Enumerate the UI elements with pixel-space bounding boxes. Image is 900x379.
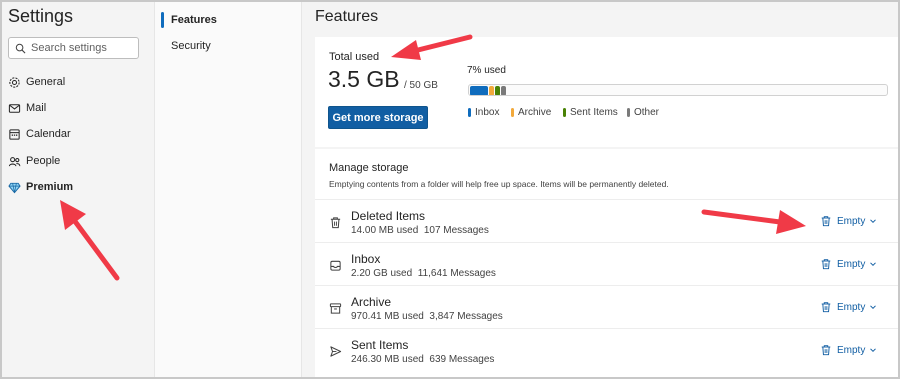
trash-icon xyxy=(330,217,341,229)
nav-item-mail[interactable]: Mail xyxy=(8,98,46,118)
page-title: Features xyxy=(315,8,379,25)
folder-name: Deleted Items xyxy=(351,209,426,223)
subnav-item-security[interactable]: Security xyxy=(171,40,211,52)
storage-summary-card: Total used 3.5 GB / 50 GB Get more stora… xyxy=(315,37,898,147)
inbox-icon xyxy=(330,260,341,271)
empty-label: Empty xyxy=(837,215,866,227)
legend-other: Other xyxy=(627,107,659,118)
people-icon xyxy=(8,156,21,166)
empty-deleted-items-button[interactable]: Empty xyxy=(820,215,877,227)
nav-label: People xyxy=(26,155,61,167)
folder-usage: 246.30 MB used 639 Messages xyxy=(351,354,494,365)
settings-title: Settings xyxy=(8,6,74,26)
legend-archive: Archive xyxy=(511,107,551,118)
total-used-label: Total used xyxy=(329,51,380,63)
gear-icon xyxy=(9,76,20,88)
legend-label: Other xyxy=(634,107,660,118)
folder-row-deleted-items: Deleted Items 14.00 MB used 107 Messages… xyxy=(315,199,898,242)
nav-item-general[interactable]: General xyxy=(8,72,65,92)
folder-size: 2.20 GB used xyxy=(351,268,413,279)
trash-icon xyxy=(821,216,831,227)
trash-icon xyxy=(821,302,831,313)
search-box[interactable] xyxy=(8,37,139,59)
nav-item-people[interactable]: People xyxy=(8,151,60,171)
storage-segment-sent-items xyxy=(495,86,500,95)
legend-swatch xyxy=(511,108,514,117)
settings-sidebar: Settings General Mail Calendar People Pr… xyxy=(2,2,154,377)
folder-size: 970.41 MB used xyxy=(351,311,424,322)
folder-messages: 107 Messages xyxy=(423,225,489,236)
archive-icon xyxy=(329,303,342,314)
empty-archive-button[interactable]: Empty xyxy=(820,301,877,313)
nav-label: Premium xyxy=(26,181,74,193)
folder-size: 14.00 MB used xyxy=(351,225,419,236)
manage-storage-description: Emptying contents from a folder will hel… xyxy=(329,179,669,189)
folder-messages: 639 Messages xyxy=(429,354,495,365)
legend-sent-items: Sent Items xyxy=(563,107,618,118)
folder-name: Inbox xyxy=(351,252,381,266)
folder-usage: 14.00 MB used 107 Messages xyxy=(351,225,489,236)
storage-usage-bar xyxy=(468,84,888,96)
get-more-storage-button[interactable]: Get more storage xyxy=(328,106,428,129)
nav-label: Mail xyxy=(26,102,47,114)
send-icon xyxy=(330,346,342,357)
search-icon xyxy=(15,43,26,53)
nav-item-calendar[interactable]: Calendar xyxy=(8,124,71,144)
trash-icon xyxy=(821,345,831,356)
legend-inbox: Inbox xyxy=(468,107,499,118)
total-used-value: 3.5 GB xyxy=(328,66,400,92)
folder-name: Sent Items xyxy=(351,338,409,352)
folder-usage: 2.20 GB used 11,641 Messages xyxy=(351,268,496,279)
empty-label: Empty xyxy=(837,301,866,313)
storage-segment-other xyxy=(501,86,506,95)
folder-row-archive: Archive 970.41 MB used 3,847 Messages Em… xyxy=(315,285,898,328)
folder-size: 246.30 MB used xyxy=(351,354,424,365)
legend-swatch xyxy=(627,108,630,117)
nav-item-premium[interactable]: Premium xyxy=(8,177,73,197)
calendar-icon xyxy=(9,128,20,140)
folder-messages: 3,847 Messages xyxy=(429,311,503,322)
folder-row-inbox: Inbox 2.20 GB used 11,641 Messages Empty xyxy=(315,242,898,285)
chevron-down-icon xyxy=(870,305,877,310)
active-indicator xyxy=(161,12,164,28)
subnav-item-features[interactable]: Features xyxy=(171,14,217,26)
empty-label: Empty xyxy=(837,258,866,270)
empty-inbox-button[interactable]: Empty xyxy=(820,258,877,270)
manage-storage-card: Manage storage Emptying contents from a … xyxy=(315,149,898,377)
legend-label: Inbox xyxy=(475,107,500,118)
chevron-down-icon xyxy=(870,348,877,353)
folder-usage: 970.41 MB used 3,847 Messages xyxy=(351,311,503,322)
legend-swatch xyxy=(468,108,471,117)
chevron-down-icon xyxy=(870,219,877,224)
settings-window: Settings General Mail Calendar People Pr… xyxy=(0,0,900,379)
premium-subnav: Features Security xyxy=(154,2,302,377)
features-panel: Features Total used 3.5 GB / 50 GB Get m… xyxy=(302,2,898,377)
empty-label: Empty xyxy=(837,344,866,356)
storage-segment-inbox xyxy=(470,86,488,95)
manage-storage-title: Manage storage xyxy=(329,162,409,174)
mail-icon xyxy=(8,103,21,113)
percent-used-label: 7% used xyxy=(467,65,506,76)
folder-name: Archive xyxy=(351,295,392,309)
nav-label: Calendar xyxy=(26,128,71,140)
legend-label: Archive xyxy=(518,107,552,118)
trash-icon xyxy=(821,259,831,270)
search-input[interactable] xyxy=(31,42,131,54)
total-quota: / 50 GB xyxy=(404,80,438,91)
legend-label: Sent Items xyxy=(570,107,618,118)
empty-sent-items-button[interactable]: Empty xyxy=(820,344,877,356)
nav-label: General xyxy=(26,76,66,88)
legend-swatch xyxy=(563,108,566,117)
folder-messages: 11,641 Messages xyxy=(417,268,496,279)
chevron-down-icon xyxy=(870,262,877,267)
diamond-icon xyxy=(8,182,21,193)
storage-segment-archive xyxy=(489,86,494,95)
folder-row-sent-items: Sent Items 246.30 MB used 639 Messages E… xyxy=(315,328,898,371)
